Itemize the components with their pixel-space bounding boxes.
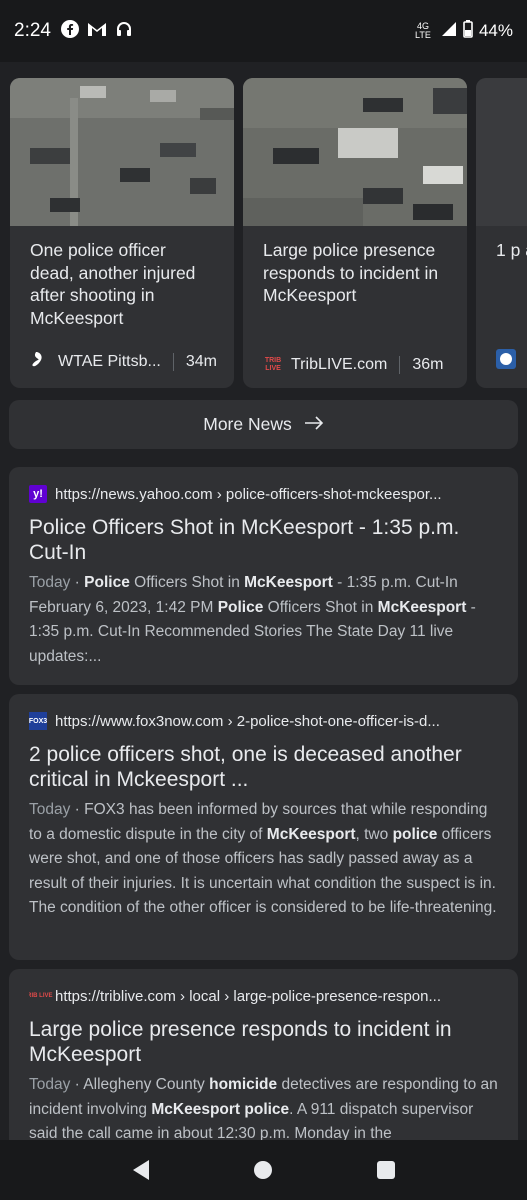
trib-favicon-icon: TRIB LIVE [29, 992, 53, 999]
battery-icon [463, 19, 473, 43]
result-date: Today [29, 574, 71, 591]
result-snippet: Today · Police Officers Shot in McKeespo… [29, 574, 476, 665]
result-url: https://www.fox3now.com › 2-police-shot-… [55, 712, 440, 730]
result-snippet-text: Allegheny County homicide detectives are… [29, 1076, 498, 1142]
news-card-image [476, 78, 527, 226]
result-url: https://news.yahoo.com › police-officers… [55, 485, 442, 503]
back-button[interactable] [126, 1155, 156, 1185]
news-card-source [496, 349, 516, 374]
news-card-source-name: TribLIVE.com [291, 356, 388, 373]
result-snippet-text: Police Officers Shot in McKeesport - 1:3… [29, 574, 476, 665]
headphones-icon [115, 20, 133, 43]
network-type-label: 4G LTE [415, 21, 431, 40]
facebook-icon [60, 19, 79, 43]
result-snippet: Today · FOX3 has been informed by source… [29, 801, 497, 916]
search-result[interactable]: TRIB LIVE https://triblive.com › local ›… [9, 969, 518, 1169]
news-card-time: 34m [185, 352, 217, 370]
result-title-link[interactable]: Large police presence responds to incide… [29, 1017, 498, 1067]
back-triangle-icon [133, 1160, 150, 1180]
source-divider [399, 356, 401, 374]
home-button[interactable] [248, 1155, 278, 1185]
battery-percent: 44% [478, 21, 513, 40]
news-card-time: 36m [412, 356, 444, 373]
more-news-button[interactable]: More News [9, 400, 518, 449]
news-card-title: 1 p an sho [496, 240, 527, 260]
source-divider [172, 352, 174, 371]
news-card-source: WTAE Pittsb... 34m [30, 349, 217, 374]
news-card[interactable]: 1 p an sho [476, 78, 527, 388]
news-card-title: One police officer dead, another injured… [30, 240, 196, 328]
recents-square-icon [376, 1161, 395, 1179]
status-bar: 2:24 4G LTE 44% [0, 0, 527, 62]
search-result[interactable]: FOX3 https://www.fox3now.com › 2-police-… [9, 694, 518, 960]
result-date: Today [29, 1076, 71, 1093]
result-title-link[interactable]: Police Officers Shot in McKeesport - 1:3… [29, 515, 498, 565]
result-url: https://triblive.com › local › large-pol… [55, 987, 441, 1005]
news-card-title: Large police presence responds to incide… [263, 240, 439, 305]
yahoo-favicon-icon: y! [29, 485, 47, 503]
search-result[interactable]: y! https://news.yahoo.com › police-offic… [9, 467, 518, 685]
fox3-favicon-icon: FOX3 [29, 712, 47, 730]
status-time: 2:24 [14, 20, 51, 41]
result-snippet-text: FOX3 has been informed by sources that w… [29, 801, 497, 916]
result-url-row[interactable]: y! https://news.yahoo.com › police-offic… [29, 485, 498, 503]
recents-button[interactable] [371, 1155, 401, 1185]
home-circle-icon [254, 1161, 273, 1179]
news-card-image [10, 78, 234, 226]
gmail-icon [87, 21, 107, 42]
result-url-row[interactable]: FOX3 https://www.fox3now.com › 2-police-… [29, 712, 498, 730]
news-carousel[interactable]: One police officer dead, another injured… [10, 78, 527, 390]
system-nav-bar [0, 1140, 527, 1200]
arrow-right-icon [304, 414, 324, 435]
more-news-label: More News [203, 414, 292, 434]
news-card-image [243, 78, 467, 226]
signal-icon [441, 21, 457, 42]
result-title-link[interactable]: 2 police officers shot, one is deceased … [29, 742, 498, 792]
news-card-source-name: WTAE Pittsb... [58, 352, 161, 370]
news-card[interactable]: Large police presence responds to incide… [243, 78, 467, 388]
result-snippet: Today · Allegheny County homicide detect… [29, 1076, 498, 1142]
news-card-source: TRIB LIVE TribLIVE.com 36m [263, 356, 443, 374]
result-date: Today [29, 801, 71, 818]
source-logo-icon [496, 349, 516, 374]
wtae-logo-icon [30, 349, 50, 374]
result-url-row[interactable]: TRIB LIVE https://triblive.com › local ›… [29, 987, 498, 1005]
news-card[interactable]: One police officer dead, another injured… [10, 78, 234, 388]
trib-logo-icon: TRIB LIVE [264, 357, 282, 372]
